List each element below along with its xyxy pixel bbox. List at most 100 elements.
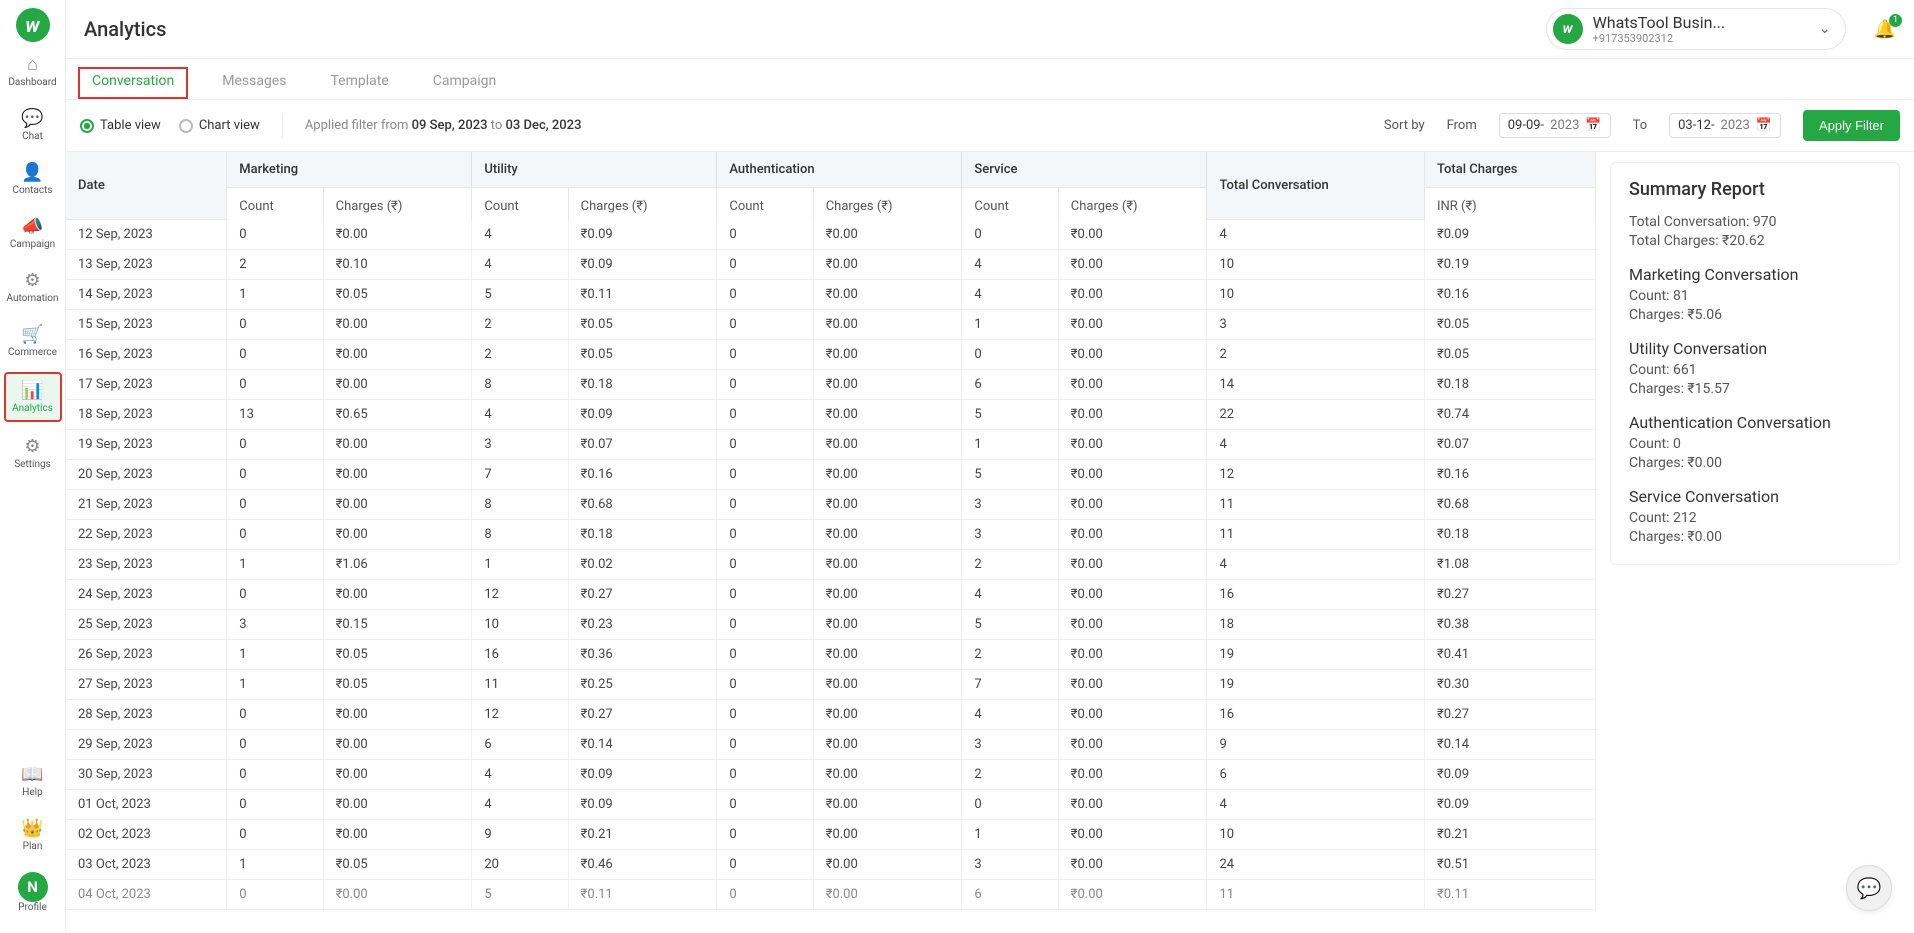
summary-service-charges: Charges: ₹0.00 [1629, 529, 1881, 545]
date-from-input[interactable]: 09-09-2023 📅 [1499, 113, 1611, 138]
nav-contacts[interactable]: 👤 Contacts [4, 156, 62, 202]
summary-utility-title: Utility Conversation [1629, 339, 1881, 358]
table-cell: ₹0.16 [1424, 280, 1595, 310]
table-cell: 1 [227, 640, 323, 670]
table-cell: 2 [1207, 340, 1425, 370]
nav-analytics[interactable]: 📊 Analytics [4, 372, 62, 422]
table-cell: 19 Sep, 2023 [66, 430, 227, 460]
table-cell: 11 [1207, 520, 1425, 550]
sub-col: Charges (₹) [323, 190, 472, 222]
table-cell: 04 Oct, 2023 [66, 880, 227, 910]
nav-plan[interactable]: 👑 Plan [4, 812, 62, 858]
table-cell: ₹0.00 [813, 730, 962, 760]
table-cell: ₹0.11 [568, 280, 717, 310]
account-phone: +917353902312 [1593, 32, 1809, 45]
megaphone-icon: 📣 [21, 216, 43, 237]
table-cell: ₹0.00 [813, 490, 962, 520]
table-cell: ₹0.00 [813, 460, 962, 490]
avatar: N [18, 872, 48, 902]
table-cell: ₹0.15 [323, 610, 472, 640]
col-authentication: Authentication [717, 152, 962, 188]
tab-campaign[interactable]: Campaign [423, 67, 506, 99]
radio-label: Chart view [199, 118, 260, 133]
table-cell: ₹0.16 [1424, 460, 1595, 490]
table-cell: 0 [717, 370, 813, 400]
table-cell: ₹0.00 [813, 760, 962, 790]
table-cell: ₹0.11 [568, 880, 717, 910]
table-scroll-area[interactable]: Date Marketing Utility Authentication Se… [66, 152, 1596, 933]
table-cell: 0 [227, 880, 323, 910]
table-cell: 0 [717, 340, 813, 370]
table-cell: 13 [227, 400, 323, 430]
radio-label: Table view [100, 118, 161, 133]
floating-chat-button[interactable]: 💬 [1846, 865, 1892, 911]
table-cell: 6 [962, 370, 1058, 400]
table-cell: 0 [962, 340, 1058, 370]
table-cell: 7 [962, 670, 1058, 700]
tab-template[interactable]: Template [320, 67, 398, 99]
table-cell: 4 [1207, 790, 1425, 820]
nav-help[interactable]: 📖 Help [4, 758, 62, 804]
table-cell: 9 [472, 820, 568, 850]
table-cell: 0 [717, 310, 813, 340]
table-row: 13 Sep, 20232₹0.104₹0.090₹0.004₹0.0010₹0… [66, 250, 1596, 280]
app-logo[interactable]: w [16, 8, 50, 42]
radio-table-view[interactable]: Table view [80, 118, 161, 133]
nav-settings[interactable]: ⚙ Settings [4, 430, 62, 476]
nav-label: Campaign [10, 239, 55, 250]
table-cell: ₹0.00 [813, 250, 962, 280]
table-cell: ₹0.00 [1058, 250, 1207, 280]
table-cell: ₹0.00 [813, 550, 962, 580]
table-cell: ₹0.00 [323, 820, 472, 850]
table-cell: 0 [227, 340, 323, 370]
table-cell: ₹0.27 [568, 700, 717, 730]
table-cell: ₹0.14 [1424, 730, 1595, 760]
table-cell: 4 [962, 700, 1058, 730]
book-icon: 📖 [21, 764, 43, 785]
table-cell: 24 [1207, 850, 1425, 880]
table-cell: ₹0.00 [323, 370, 472, 400]
table-cell: 9 [1207, 730, 1425, 760]
table-cell: 01 Oct, 2023 [66, 790, 227, 820]
summary-utility-charges: Charges: ₹15.57 [1629, 381, 1881, 397]
table-cell: 0 [717, 850, 813, 880]
nav-profile[interactable]: N Profile [4, 866, 62, 919]
table-cell: 13 Sep, 2023 [66, 250, 227, 280]
table-cell: ₹1.06 [323, 550, 472, 580]
table-cell: ₹1.08 [1424, 550, 1595, 580]
table-cell: ₹0.16 [568, 460, 717, 490]
notifications-button[interactable]: 🔔 1 [1874, 19, 1896, 40]
date-to-input[interactable]: 03-12-2023 📅 [1669, 113, 1781, 138]
radio-chart-view[interactable]: Chart view [179, 118, 260, 133]
table-cell: 7 [472, 460, 568, 490]
table-cell: ₹0.00 [323, 520, 472, 550]
nav-chat[interactable]: 💬 Chat [4, 102, 62, 148]
contacts-icon: 👤 [21, 162, 43, 183]
table-cell: 6 [1207, 760, 1425, 790]
nav-campaign[interactable]: 📣 Campaign [4, 210, 62, 256]
nav-dashboard[interactable]: ⌂ Dashboard [4, 48, 62, 94]
table-cell: 1 [227, 670, 323, 700]
summary-service-title: Service Conversation [1629, 487, 1881, 506]
table-cell: 14 [1207, 370, 1425, 400]
table-cell: ₹0.46 [568, 850, 717, 880]
table-cell: ₹0.21 [568, 820, 717, 850]
table-cell: 28 Sep, 2023 [66, 700, 227, 730]
nav-automation[interactable]: ⚙ Automation [4, 264, 62, 310]
table-cell: ₹0.00 [1058, 790, 1207, 820]
nav-commerce[interactable]: 🛒 Commerce [4, 318, 62, 364]
table-row: 18 Sep, 202313₹0.654₹0.090₹0.005₹0.0022₹… [66, 400, 1596, 430]
table-cell: 6 [962, 880, 1058, 910]
table-row: 21 Sep, 20230₹0.008₹0.680₹0.003₹0.0011₹0… [66, 490, 1596, 520]
table-cell: ₹0.00 [1058, 430, 1207, 460]
tab-conversation[interactable]: Conversation [78, 67, 188, 99]
tab-messages[interactable]: Messages [212, 67, 296, 99]
account-switcher[interactable]: w WhatsTool Busin... +917353902312 ⌄ [1546, 8, 1846, 50]
table-cell: 2 [227, 250, 323, 280]
apply-filter-button[interactable]: Apply Filter [1803, 110, 1900, 141]
table-cell: ₹0.00 [323, 730, 472, 760]
summary-total-charges: Total Charges: ₹20.62 [1629, 233, 1881, 249]
table-row: 17 Sep, 20230₹0.008₹0.180₹0.006₹0.0014₹0… [66, 370, 1596, 400]
table-cell: 4 [472, 790, 568, 820]
radio-icon [80, 119, 94, 133]
